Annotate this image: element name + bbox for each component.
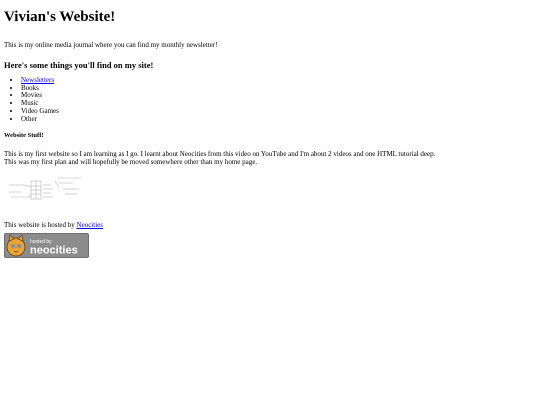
- intro-text: This is my online media journal where yo…: [4, 41, 218, 49]
- hosted-by-text: This website is hosted by: [4, 221, 77, 230]
- list-item-music: Music: [21, 99, 536, 108]
- list-item-other: Other: [21, 115, 536, 124]
- neocities-cat-icon: [6, 234, 26, 257]
- list-item-movies: Movies: [21, 92, 536, 100]
- neocities-link[interactable]: Neocities: [77, 221, 103, 229]
- website-stuff-line-2: This was my first plan and will hopefull…: [4, 158, 258, 167]
- list-item-books: Books: [21, 84, 536, 93]
- website-stuff-line-1: This is my first website so I am learnin…: [4, 150, 436, 159]
- page: Vivian's Website! This is my online medi…: [0, 9, 540, 405]
- hosted-by-neocities-badge[interactable]: hosted by neocities: [4, 233, 89, 259]
- things-heading: Here's some things you'll find on my sit…: [4, 60, 154, 70]
- website-plan-sketch-image: [9, 177, 81, 200]
- website-stuff-heading: Website Stuff!: [4, 132, 44, 140]
- things-list: Newsletters Books Movies Music Video Gam…: [4, 76, 536, 124]
- list-item-video-games: Video Games: [21, 107, 536, 116]
- newsletters-link[interactable]: Newsletters: [21, 76, 54, 84]
- badge-main-text: neocities: [30, 245, 78, 257]
- page-title: Vivian's Website!: [4, 9, 116, 25]
- list-item-newsletters: Newsletters: [21, 76, 536, 85]
- hosted-by-line: This website is hosted by Neocities: [4, 221, 536, 229]
- website-stuff-text: This is my first website so I am learnin…: [4, 150, 536, 166]
